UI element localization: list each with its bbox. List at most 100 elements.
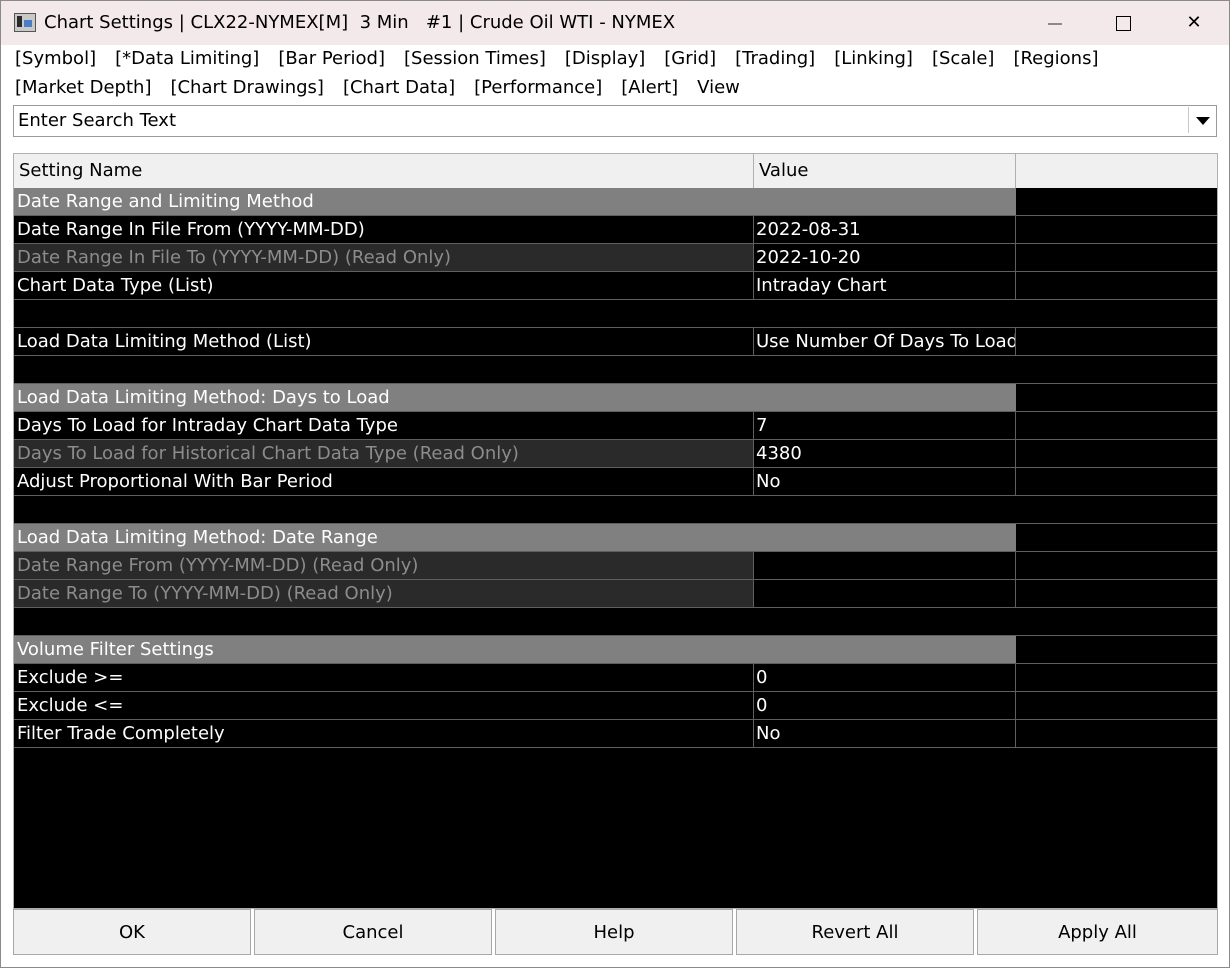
extra-cell [1016,384,1217,412]
setting-row[interactable]: Exclude >= 0 [14,664,1217,692]
app-icon [14,13,36,32]
setting-name: Date Range In File To (YYYY-MM-DD) (Read… [14,244,754,272]
section-title: Date Range and Limiting Method [14,188,1016,216]
extra-cell [1016,188,1217,216]
setting-row: Days To Load for Historical Chart Data T… [14,440,1217,468]
setting-row: Date Range From (YYYY-MM-DD) (Read Only) [14,552,1217,580]
chevron-down-icon [1196,117,1210,125]
tab-alert[interactable]: [Alert] [621,77,678,98]
setting-value [754,608,1016,636]
setting-value[interactable]: 0 [754,664,1016,692]
revert-all-button[interactable]: Revert All [736,909,974,955]
blank-row [14,356,1217,384]
extra-cell [1016,412,1217,440]
setting-value: 4380 [754,440,1016,468]
tab-bar-period[interactable]: [Bar Period] [278,48,385,69]
setting-name [14,608,754,636]
setting-value[interactable]: Use Number Of Days To Load [754,328,1016,356]
tab-data-limiting[interactable]: [*Data Limiting] [115,48,259,69]
setting-name: Date Range From (YYYY-MM-DD) (Read Only) [14,552,754,580]
search-dropdown-button[interactable] [1188,107,1215,133]
maximize-button[interactable] [1089,1,1159,45]
setting-name: Adjust Proportional With Bar Period [14,468,754,496]
search-input[interactable] [14,106,1194,134]
help-button[interactable]: Help [495,909,733,955]
setting-name [14,300,754,328]
settings-tabs-row-2: [Market Depth] [Chart Drawings] [Chart Dat… [15,77,759,105]
section-header-row: Load Data Limiting Method: Date Range [14,524,1217,552]
tab-market-depth[interactable]: [Market Depth] [15,77,151,98]
tab-trading[interactable]: [Trading] [735,48,815,69]
column-header-setting-name[interactable]: Setting Name [14,154,754,188]
ok-button[interactable]: OK [13,909,251,955]
dialog-buttons: OK Cancel Help Revert All Apply All [13,909,1218,956]
setting-value[interactable]: 7 [754,412,1016,440]
tab-view[interactable]: View [697,77,740,98]
tab-regions[interactable]: [Regions] [1013,48,1098,69]
tab-session-times[interactable]: [Session Times] [404,48,546,69]
setting-value[interactable]: 0 [754,692,1016,720]
tab-chart-data[interactable]: [Chart Data] [343,77,455,98]
extra-cell [1016,244,1217,272]
cancel-button[interactable]: Cancel [254,909,492,955]
setting-name: Exclude >= [14,664,754,692]
setting-value [754,552,1016,580]
setting-name: Date Range In File From (YYYY-MM-DD) [14,216,754,244]
setting-value[interactable]: Intraday Chart [754,272,1016,300]
tab-display[interactable]: [Display] [565,48,645,69]
tab-grid[interactable]: [Grid] [664,48,716,69]
extra-cell [1016,468,1217,496]
setting-row[interactable]: Filter Trade Completely No [14,720,1217,748]
setting-value[interactable]: 2022-08-31 [754,216,1016,244]
tab-chart-drawings[interactable]: [Chart Drawings] [170,77,323,98]
extra-cell [1016,524,1217,552]
extra-cell [1016,720,1217,748]
chart-settings-window: Chart Settings | CLX22-NYMEX[M] 3 Min #1… [0,0,1230,968]
extra-cell [1016,552,1217,580]
section-header-row: Load Data Limiting Method: Days to Load [14,384,1217,412]
tab-linking[interactable]: [Linking] [834,48,913,69]
setting-value[interactable]: No [754,720,1016,748]
tab-performance[interactable]: [Performance] [474,77,602,98]
minimize-icon [1048,23,1062,25]
extra-cell [1016,692,1217,720]
setting-name: Date Range To (YYYY-MM-DD) (Read Only) [14,580,754,608]
setting-name: Chart Data Type (List) [14,272,754,300]
window-title: Chart Settings | CLX22-NYMEX[M] 3 Min #1… [44,12,676,33]
setting-row[interactable]: Date Range In File From (YYYY-MM-DD) 2022… [14,216,1217,244]
extra-cell [1016,636,1217,664]
setting-value [754,300,1016,328]
setting-value [754,356,1016,384]
close-icon: ✕ [1186,12,1202,33]
setting-name: Load Data Limiting Method (List) [14,328,754,356]
setting-row: Date Range To (YYYY-MM-DD) (Read Only) [14,580,1217,608]
setting-name: Filter Trade Completely [14,720,754,748]
column-header-value[interactable]: Value [754,154,1016,188]
minimize-button[interactable] [1020,1,1090,45]
search-box[interactable] [13,105,1217,137]
setting-row[interactable]: Exclude <= 0 [14,692,1217,720]
section-title: Load Data Limiting Method: Date Range [14,524,1016,552]
setting-row: Date Range In File To (YYYY-MM-DD) (Read… [14,244,1217,272]
extra-cell [1016,440,1217,468]
setting-value[interactable]: No [754,468,1016,496]
setting-row[interactable]: Load Data Limiting Method (List) Use Numb… [14,328,1217,356]
extra-cell [1016,496,1217,524]
tab-scale[interactable]: [Scale] [932,48,994,69]
section-header-row: Volume Filter Settings [14,636,1217,664]
apply-all-button[interactable]: Apply All [977,909,1218,955]
setting-name [14,496,754,524]
maximize-icon [1116,16,1131,31]
blank-row [14,300,1217,328]
blank-row [14,608,1217,636]
setting-value [754,580,1016,608]
tab-symbol[interactable]: [Symbol] [15,48,96,69]
setting-row[interactable]: Chart Data Type (List) Intraday Chart [14,272,1217,300]
settings-grid: Setting Name Value Date Range and Limiti… [13,153,1218,909]
title-bar[interactable]: Chart Settings | CLX22-NYMEX[M] 3 Min #1… [1,1,1229,45]
extra-cell [1016,608,1217,636]
setting-row[interactable]: Days To Load for Intraday Chart Data Typ… [14,412,1217,440]
close-button[interactable]: ✕ [1159,1,1229,45]
setting-row[interactable]: Adjust Proportional With Bar Period No [14,468,1217,496]
extra-cell [1016,356,1217,384]
